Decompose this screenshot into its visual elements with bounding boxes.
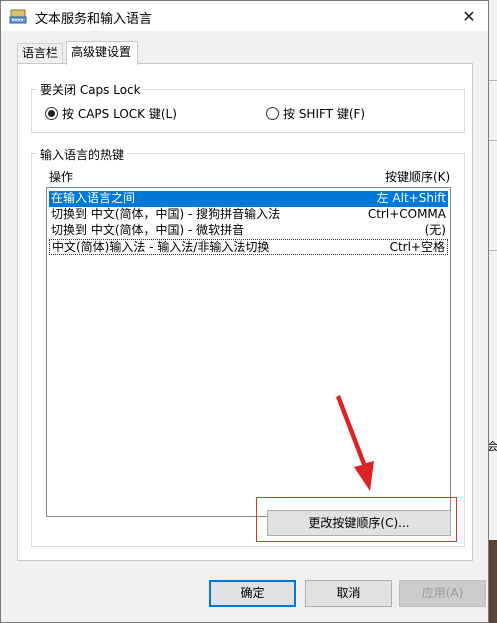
list-item[interactable]: 切换到 中文(简体，中国) - 微软拼音 (无) — [49, 223, 448, 239]
close-button[interactable]: ✕ — [458, 5, 480, 27]
hotkey-list[interactable]: 在输入语言之间 左 Alt+Shift 切换到 中文(简体，中国) - 搜狗拼音… — [46, 187, 451, 517]
radio-button[interactable] — [266, 107, 279, 120]
list-item-key: 左 Alt+Shift — [376, 191, 446, 205]
tab-language-bar[interactable]: 语言栏 — [17, 43, 63, 63]
caps-lock-group-label: 要关闭 Caps Lock — [37, 81, 144, 98]
list-item-key: Ctrl+空格 — [389, 240, 445, 254]
list-item[interactable]: 中文(简体)输入法 - 输入法/非输入法切换 Ctrl+空格 — [49, 239, 448, 255]
radio-dot — [48, 110, 55, 117]
list-item-key: (无) — [424, 223, 446, 237]
cancel-button[interactable]: 取消 — [305, 580, 392, 607]
column-header-key-sequence: 按键顺序(K) — [385, 170, 451, 184]
radio-button-selected[interactable] — [45, 107, 58, 120]
hotkeys-group-label: 输入语言的热键 — [37, 146, 128, 163]
annotation-arrow-icon — [336, 395, 374, 491]
text-services-dialog: 文本服务和输入语言 ✕ 语言栏 高级键设置 要关闭 Caps Lock 按 CA… — [0, 0, 489, 623]
title-bar: 文本服务和输入语言 ✕ — [1, 1, 488, 31]
apply-button[interactable]: 应用(A) — [399, 580, 486, 607]
tab-advanced-key-settings[interactable]: 高级键设置 — [66, 41, 138, 65]
list-item-action: 在输入语言之间 — [51, 191, 136, 205]
list-item[interactable]: 切换到 中文(简体，中国) - 搜狗拼音输入法 Ctrl+COMMA — [49, 207, 448, 223]
change-key-sequence-button[interactable]: 更改按键顺序(C)... — [267, 510, 451, 536]
list-item-action: 切换到 中文(简体，中国) - 搜狗拼音输入法 — [51, 207, 281, 221]
radio-caps-lock-label: 按 CAPS LOCK 键(L) — [62, 107, 177, 121]
list-item-key: Ctrl+COMMA — [367, 207, 446, 221]
close-icon: ✕ — [462, 6, 476, 26]
radio-caps-lock[interactable]: 按 CAPS LOCK 键(L) — [45, 105, 177, 122]
ok-button[interactable]: 确定 — [209, 580, 296, 607]
radio-shift[interactable]: 按 SHIFT 键(F) — [266, 105, 365, 122]
column-header-action: 操作 — [49, 170, 74, 184]
list-item[interactable]: 在输入语言之间 左 Alt+Shift — [49, 191, 448, 207]
list-item-action: 切换到 中文(简体，中国) - 微软拼音 — [51, 223, 245, 237]
list-item-action: 中文(简体)输入法 - 输入法/非输入法切换 — [52, 240, 270, 254]
window-title: 文本服务和输入语言 — [35, 12, 153, 27]
radio-shift-label: 按 SHIFT 键(F) — [283, 107, 366, 121]
keyboard-settings-icon — [9, 9, 27, 24]
